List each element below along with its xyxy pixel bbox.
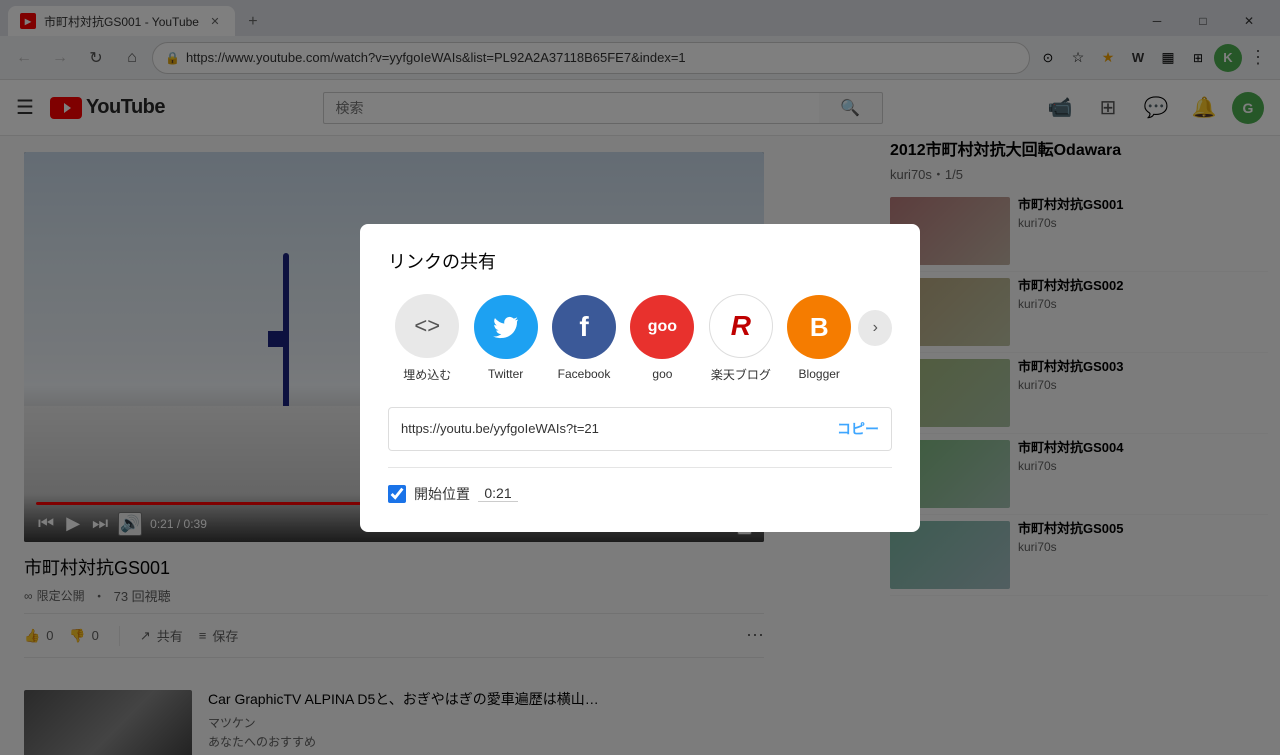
modal-title: リンクの共有 xyxy=(388,248,892,274)
facebook-icon: f xyxy=(552,295,616,359)
blogger-label: Blogger xyxy=(799,367,840,381)
share-icons-row: <> 埋め込む Twitter f Facebook goo goo xyxy=(388,294,892,383)
share-rakuten-item[interactable]: R 楽天ブログ xyxy=(702,294,780,383)
start-time-input[interactable] xyxy=(478,485,518,502)
copy-button[interactable]: コピー xyxy=(825,419,879,439)
twitter-label: Twitter xyxy=(488,367,523,381)
modal-overlay[interactable]: リンクの共有 <> 埋め込む Twitter f Facebook xyxy=(0,0,1280,755)
rakuten-icon: R xyxy=(709,294,773,358)
share-goo-item[interactable]: goo goo xyxy=(623,295,701,381)
share-url-row: https://youtu.be/yyfgoIeWAIs?t=21 コピー xyxy=(388,407,892,451)
share-next-button[interactable]: › xyxy=(858,310,892,346)
share-modal: リンクの共有 <> 埋め込む Twitter f Facebook xyxy=(360,224,920,532)
share-url-text: https://youtu.be/yyfgoIeWAIs?t=21 xyxy=(401,421,825,436)
embed-icon: <> xyxy=(395,294,459,358)
blogger-icon: B xyxy=(787,295,851,359)
goo-label: goo xyxy=(652,367,672,381)
facebook-label: Facebook xyxy=(558,367,611,381)
share-divider xyxy=(388,467,892,468)
share-twitter-item[interactable]: Twitter xyxy=(466,295,544,381)
start-time-checkbox[interactable] xyxy=(388,485,406,503)
start-time-label: 開始位置 xyxy=(414,484,470,504)
share-blogger-item[interactable]: B Blogger xyxy=(780,295,858,381)
embed-label: 埋め込む xyxy=(403,366,451,383)
share-embed-item[interactable]: <> 埋め込む xyxy=(388,294,466,383)
share-time-row: 開始位置 xyxy=(388,484,892,504)
twitter-icon xyxy=(474,295,538,359)
goo-icon: goo xyxy=(630,295,694,359)
share-facebook-item[interactable]: f Facebook xyxy=(545,295,623,381)
rakuten-label: 楽天ブログ xyxy=(711,366,771,383)
